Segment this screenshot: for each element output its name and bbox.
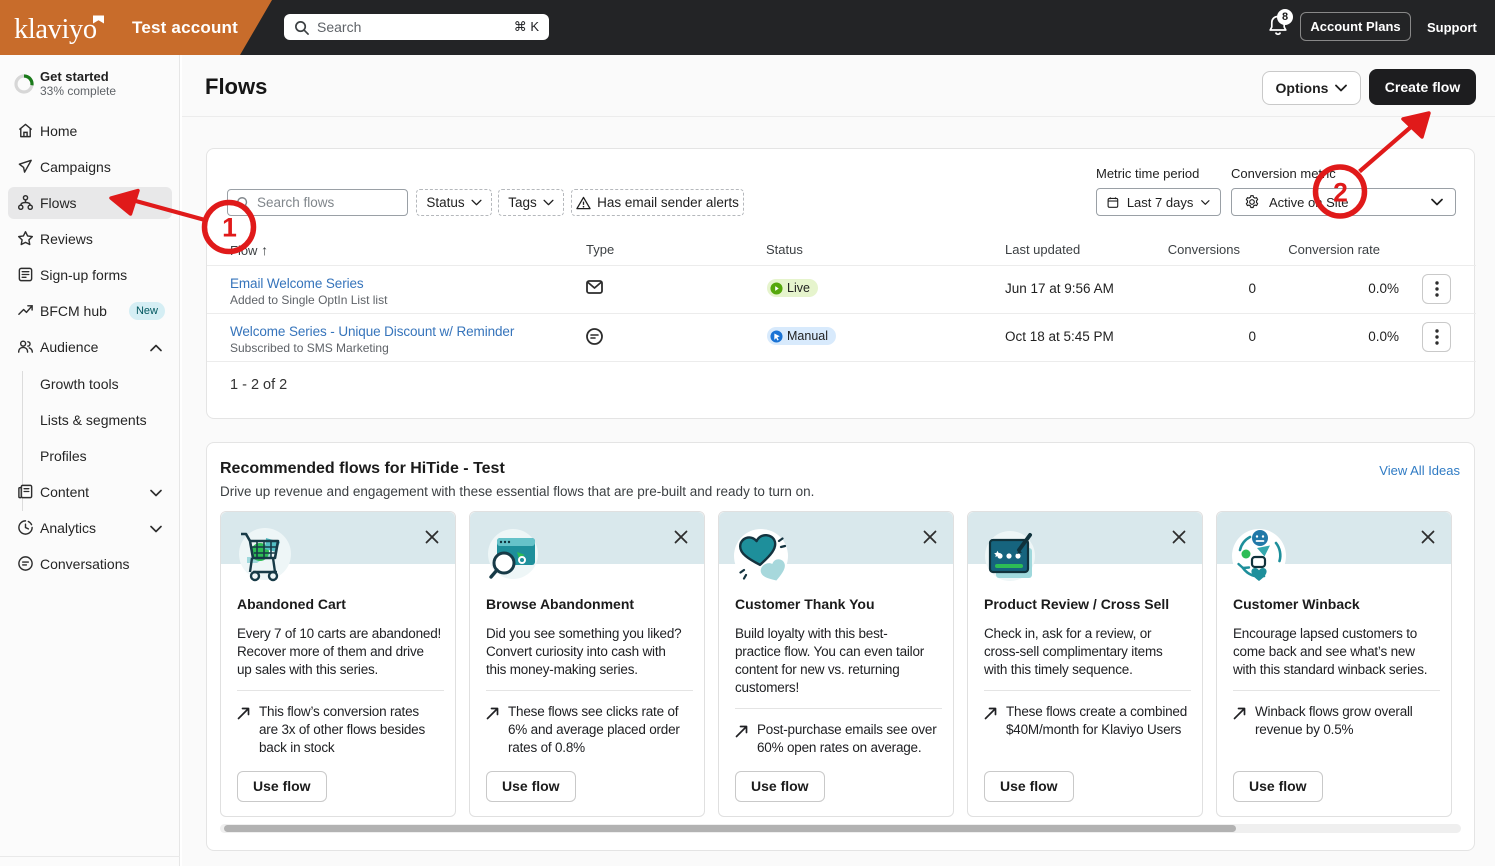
svg-text:klaviyo: klaviyo [14,14,97,45]
